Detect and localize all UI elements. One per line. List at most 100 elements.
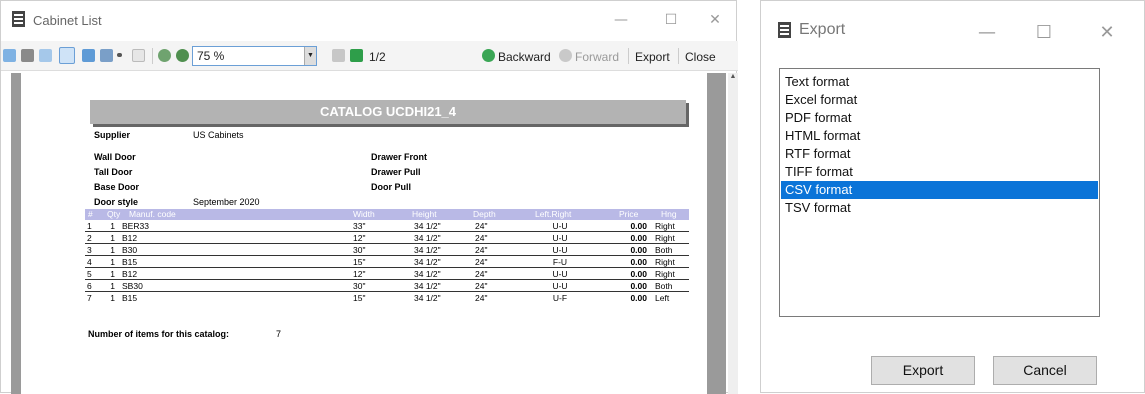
format-item[interactable]: Excel format xyxy=(781,91,1098,109)
cell-hinge: Left xyxy=(655,293,670,303)
format-item[interactable]: TSV format xyxy=(781,199,1098,217)
close-dialog-button[interactable]: ✕ xyxy=(1097,23,1117,43)
cell-manuf-code: B30 xyxy=(122,245,138,255)
column-header: Height xyxy=(412,209,437,219)
chevron-down-icon[interactable]: ▼ xyxy=(304,47,316,65)
format-item[interactable]: RTF format xyxy=(781,145,1098,163)
cell-qty: 1 xyxy=(110,281,115,291)
toolbar-separator xyxy=(152,48,153,64)
back-arrow-icon xyxy=(482,49,495,62)
blank-page-icon[interactable] xyxy=(132,49,145,62)
cell-qty: 1 xyxy=(110,233,115,243)
cell-qty: 1 xyxy=(110,257,115,267)
cell-height: 34 1/2" xyxy=(414,281,441,291)
cell-price: 0.00 xyxy=(630,221,647,231)
minimize-button[interactable]: — xyxy=(977,23,997,43)
cell-price: 0.00 xyxy=(630,293,647,303)
table-row: 2 1 B12 12" 34 1/2" 24" U-U 0.00 Right xyxy=(85,233,689,244)
cell-height: 34 1/2" xyxy=(414,233,441,243)
export-toolbar-button[interactable]: Export xyxy=(635,50,670,64)
cell-left-right: U-U xyxy=(552,281,568,291)
cell-price: 0.00 xyxy=(630,257,647,267)
cell-left-right: U-U xyxy=(552,245,568,255)
forward-button[interactable]: Forward xyxy=(575,50,619,64)
item-count-label: Number of items for this catalog: xyxy=(88,329,230,339)
catalog-title: CATALOG UCDHI21_4 xyxy=(90,100,686,124)
backward-button[interactable]: Backward xyxy=(498,50,551,64)
export-dialog: Export — ☐ ✕ Text format Excel format PD… xyxy=(760,0,1145,393)
cell-price: 0.00 xyxy=(630,233,647,243)
column-header: Manuf. code xyxy=(129,209,176,219)
cell-depth: 24" xyxy=(475,233,488,243)
cell-height: 34 1/2" xyxy=(414,257,441,267)
cell-hinge: Both xyxy=(655,281,673,291)
toolbar-separator xyxy=(678,48,679,64)
cell-qty: 1 xyxy=(110,245,115,255)
cell-number: 5 xyxy=(87,269,92,279)
cell-height: 34 1/2" xyxy=(414,221,441,231)
dialog-title-bar[interactable]: Export — ☐ ✕ xyxy=(761,1,1144,51)
item-count-value: 7 xyxy=(276,329,282,339)
cell-manuf-code: B12 xyxy=(122,269,138,279)
zoom-select[interactable]: 75 % ▼ xyxy=(192,46,317,66)
page-icon[interactable] xyxy=(82,49,95,62)
print-icon[interactable] xyxy=(21,49,34,62)
cell-manuf-code: SB30 xyxy=(122,281,143,291)
cell-width: 15" xyxy=(353,293,366,303)
report-viewer[interactable]: CATALOG UCDHI21_4 Supplier US Cabinets W… xyxy=(11,73,726,394)
cell-height: 34 1/2" xyxy=(414,245,441,255)
scroll-up-icon[interactable]: ▲ xyxy=(728,73,738,83)
column-header: Left.Right xyxy=(535,209,572,219)
multi-page-icon[interactable] xyxy=(100,49,113,62)
cancel-button[interactable]: Cancel xyxy=(993,356,1097,385)
next-page-icon[interactable] xyxy=(350,49,363,62)
column-header: Width xyxy=(353,209,375,219)
door-style-label: Door style xyxy=(94,197,139,207)
drawer-front-label: Drawer Front xyxy=(371,152,428,162)
format-item[interactable]: PDF format xyxy=(781,109,1098,127)
format-list[interactable]: Text format Excel format PDF format HTML… xyxy=(779,68,1100,317)
cell-hinge: Right xyxy=(655,257,675,267)
copy-page-icon[interactable] xyxy=(39,49,52,62)
zoom-out-icon[interactable] xyxy=(176,49,189,62)
table-row: 5 1 B12 12" 34 1/2" 24" U-U 0.00 Right xyxy=(85,269,689,280)
export-button[interactable]: Export xyxy=(871,356,975,385)
zoom-in-icon[interactable] xyxy=(158,49,171,62)
format-item[interactable]: Text format xyxy=(781,73,1098,91)
maximize-button[interactable]: ☐ xyxy=(661,10,681,30)
cell-number: 3 xyxy=(87,245,92,255)
forward-arrow-icon xyxy=(559,49,572,62)
window-title: Cabinet List xyxy=(33,13,102,28)
format-item[interactable]: TIFF format xyxy=(781,163,1098,181)
fit-page-icon[interactable] xyxy=(59,47,75,64)
cell-depth: 24" xyxy=(475,221,488,231)
tall-door-label: Tall Door xyxy=(94,167,133,177)
cell-width: 30" xyxy=(353,245,366,255)
format-item-selected[interactable]: CSV format xyxy=(781,181,1098,199)
minimize-button[interactable]: — xyxy=(611,10,631,30)
chevron-down-icon[interactable] xyxy=(117,53,122,57)
drawer-pull-label: Drawer Pull xyxy=(371,167,421,177)
vertical-scrollbar[interactable]: ▲ xyxy=(728,73,738,394)
format-item[interactable]: HTML format xyxy=(781,127,1098,145)
column-header: Qty xyxy=(107,209,121,219)
wall-door-label: Wall Door xyxy=(94,152,136,162)
zoom-value: 75 % xyxy=(197,49,225,63)
cell-depth: 24" xyxy=(475,281,488,291)
table-header: # Qty Manuf. code Width Height Depth Lef… xyxy=(85,209,689,220)
cell-depth: 24" xyxy=(475,269,488,279)
previous-page-icon[interactable] xyxy=(332,49,345,62)
app-icon xyxy=(778,22,791,38)
dialog-title: Export xyxy=(799,21,846,38)
cell-depth: 24" xyxy=(475,293,488,303)
close-window-button[interactable]: ✕ xyxy=(705,10,725,30)
cell-hinge: Right xyxy=(655,269,675,279)
supplier-value: US Cabinets xyxy=(193,130,244,140)
copy-icon[interactable] xyxy=(3,49,16,62)
cell-left-right: U-U xyxy=(552,221,568,231)
title-bar[interactable]: Cabinet List — ☐ ✕ xyxy=(1,1,736,39)
maximize-button[interactable]: ☐ xyxy=(1034,23,1054,43)
close-toolbar-button[interactable]: Close xyxy=(685,50,716,64)
cell-price: 0.00 xyxy=(630,281,647,291)
cell-width: 30" xyxy=(353,281,366,291)
